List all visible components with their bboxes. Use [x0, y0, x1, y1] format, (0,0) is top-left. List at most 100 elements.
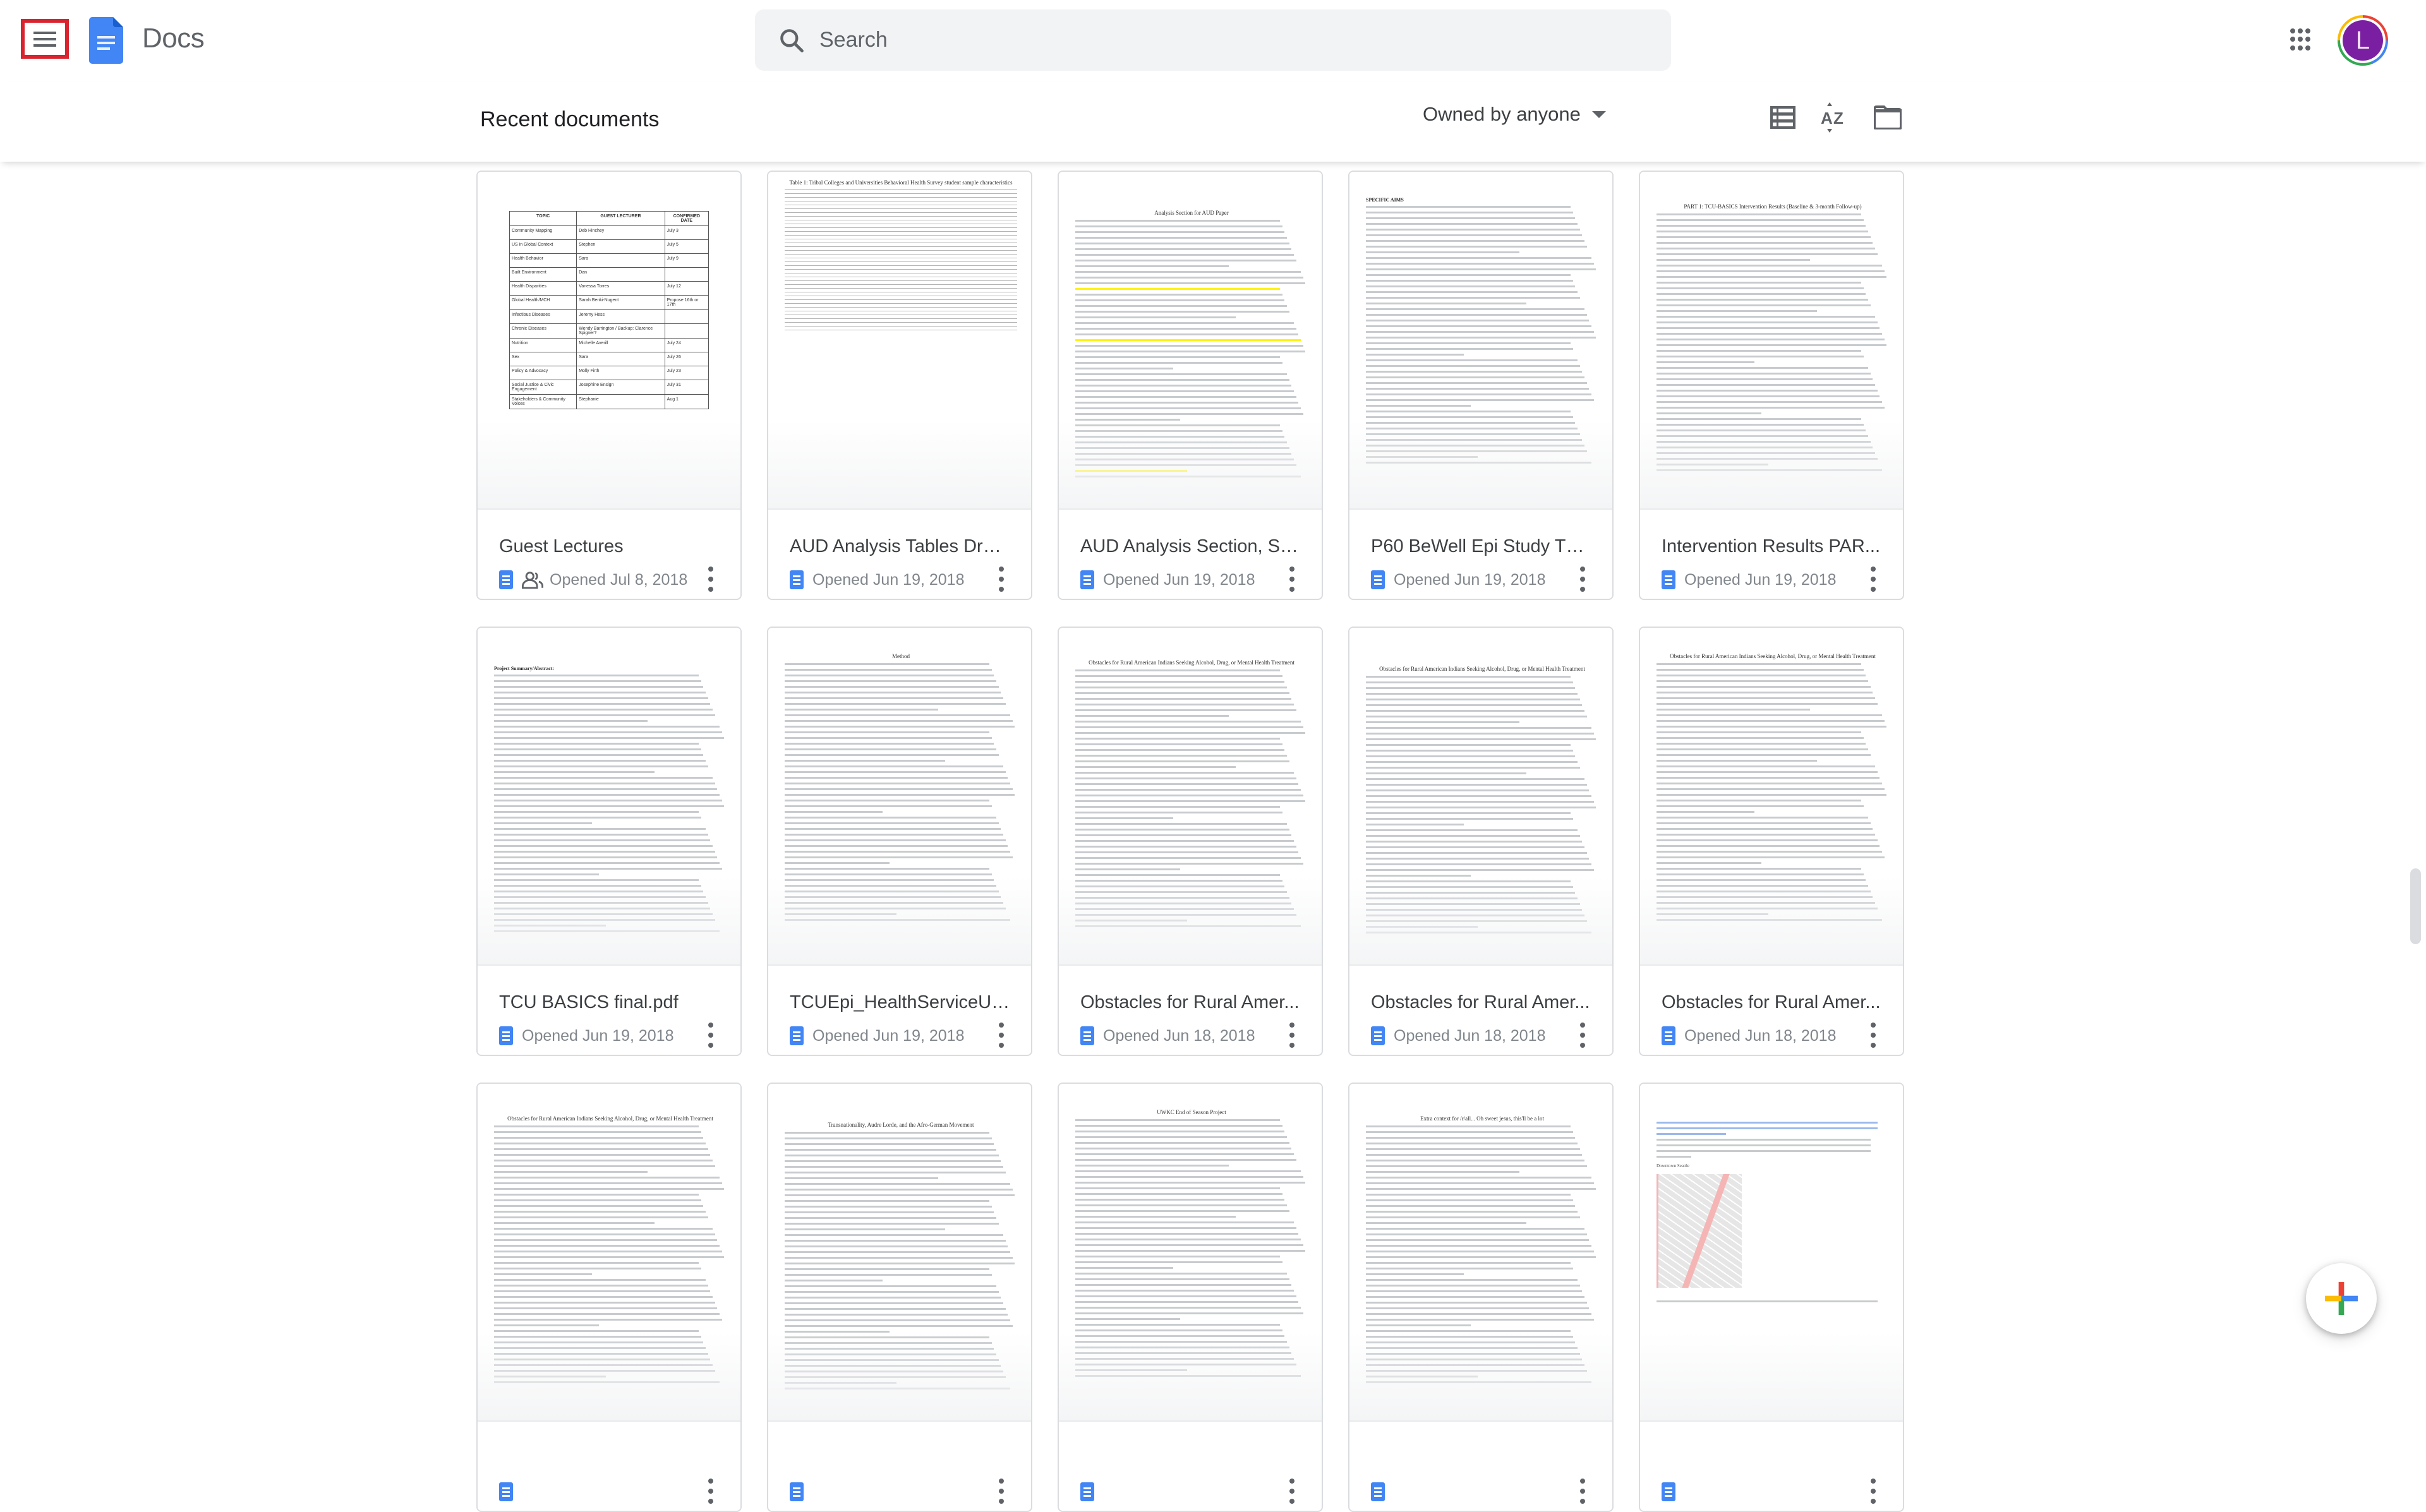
google-apps-button[interactable]	[2290, 28, 2313, 51]
search-bar[interactable]	[755, 9, 1671, 71]
more-options-icon[interactable]	[1869, 1023, 1878, 1048]
thumbnail-heading: Analysis Section for AUD Paper	[1154, 210, 1229, 216]
document-card[interactable]: UWKC End of Season Project	[1058, 1083, 1323, 1512]
document-title[interactable]: Obstacles for Rural Amer...	[1662, 992, 1883, 1013]
document-card-footer	[1640, 1422, 1903, 1511]
thumbnail-table-cell: July 31	[664, 380, 709, 395]
list-view-button[interactable]	[1765, 100, 1801, 135]
more-options-icon[interactable]	[997, 1023, 1006, 1048]
document-meta: Opened Jun 18, 2018	[1080, 1026, 1255, 1045]
last-opened-date: Opened Jun 19, 2018	[1394, 570, 1546, 589]
document-thumbnail: PART 1: TCU-BASICS Intervention Results …	[1640, 172, 1903, 510]
document-card[interactable]: Obstacles for Rural American Indians See…	[476, 1083, 742, 1512]
document-card[interactable]: Analysis Section for AUD Paper AUD Analys…	[1058, 171, 1323, 600]
document-card[interactable]: Downtown Seattle	[1639, 1083, 1904, 1512]
more-options-icon[interactable]	[1578, 1479, 1587, 1504]
document-meta: Opened Jun 19, 2018	[499, 1026, 673, 1045]
thumbnail-table-cell: Propose 16th or 17th	[664, 295, 709, 310]
document-thumbnail: UWKC End of Season Project	[1059, 1084, 1322, 1422]
document-title[interactable]: Intervention Results PAR...	[1662, 536, 1883, 557]
thumbnail-heading: Downtown Seattle	[1657, 1163, 1689, 1168]
thumbnail-table-cell: Michelle Averill	[576, 338, 665, 352]
document-card[interactable]: Obstacles for Rural American Indians See…	[1348, 627, 1614, 1056]
document-card-footer: Obstacles for Rural Amer... Opened Jun 18…	[1640, 966, 1903, 1055]
document-title[interactable]: Obstacles for Rural Amer...	[1080, 992, 1301, 1013]
thumbnail-table: TOPIC GUEST LECTURER CONFIRMED DATE Communi…	[509, 211, 709, 409]
document-meta	[1371, 1482, 1394, 1501]
thumbnail-heading: Extra context for /r/all... Oh sweet jes…	[1420, 1115, 1545, 1122]
document-meta	[499, 1482, 522, 1501]
document-card[interactable]: PART 1: TCU-BASICS Intervention Results …	[1639, 171, 1904, 600]
thumbnail-heading: Obstacles for Rural American Indians See…	[507, 1115, 713, 1122]
last-opened-date: Opened Jul 8, 2018	[550, 570, 688, 589]
sort-az-icon: A Z	[1821, 102, 1844, 133]
vertical-scrollbar-thumb[interactable]	[2410, 868, 2421, 944]
document-thumbnail: Extra context for /r/all... Oh sweet jes…	[1349, 1084, 1612, 1422]
document-card[interactable]: Table 1: Tribal Colleges and Universitie…	[767, 171, 1032, 600]
thumbnail-table-cell: Social Justice & Civic Engagement	[509, 380, 577, 395]
docs-logo-icon[interactable]	[89, 17, 123, 64]
search-icon[interactable]	[778, 27, 806, 54]
thumbnail-table-cell: US in Global Context	[509, 239, 577, 254]
document-title[interactable]: TCU BASICS final.pdf	[499, 992, 720, 1013]
document-thumbnail: SPECIFIC AIMS	[1349, 172, 1612, 510]
thumbnail-table-cell: Sarah Benki-Nugent	[576, 295, 665, 310]
document-card-footer: P60 BeWell Epi Study TC... Opened Jun 19,…	[1349, 510, 1612, 599]
document-title[interactable]: Guest Lectures	[499, 536, 720, 557]
more-options-icon[interactable]	[1288, 1023, 1296, 1048]
document-card-footer: Obstacles for Rural Amer... Opened Jun 18…	[1059, 966, 1322, 1055]
more-options-icon[interactable]	[706, 1023, 715, 1048]
google-docs-file-icon	[1080, 1026, 1094, 1045]
new-document-button[interactable]	[2306, 1263, 2377, 1334]
last-opened-date: Opened Jun 19, 2018	[1684, 570, 1837, 589]
more-options-icon[interactable]	[706, 1479, 715, 1504]
list-view-icon	[1770, 106, 1795, 129]
document-card[interactable]: Obstacles for Rural American Indians See…	[1058, 627, 1323, 1056]
owner-filter-dropdown[interactable]: Owned by anyone	[1423, 103, 1606, 126]
document-card[interactable]: SPECIFIC AIMS P60 BeWell Epi Study TC... O…	[1348, 171, 1614, 600]
last-opened-date: Opened Jun 18, 2018	[1103, 1026, 1255, 1045]
document-card[interactable]: TOPIC GUEST LECTURER CONFIRMED DATE Communi…	[476, 171, 742, 600]
document-card[interactable]: Extra context for /r/all... Oh sweet jes…	[1348, 1083, 1614, 1512]
google-docs-file-icon	[1371, 1026, 1385, 1045]
more-options-icon[interactable]	[1869, 1479, 1878, 1504]
more-options-icon[interactable]	[1578, 567, 1587, 592]
google-docs-file-icon	[1662, 570, 1675, 589]
more-options-icon[interactable]	[706, 567, 715, 592]
more-options-icon[interactable]	[1869, 567, 1878, 592]
more-options-icon[interactable]	[1288, 1479, 1296, 1504]
document-title[interactable]: Obstacles for Rural Amer...	[1371, 992, 1592, 1013]
thumbnail-table-cell: July 12	[664, 281, 709, 296]
search-input[interactable]	[819, 28, 1641, 52]
document-card[interactable]: Transnationality, Audre Lorde, and the A…	[767, 1083, 1032, 1512]
more-options-icon[interactable]	[1578, 1023, 1587, 1048]
shared-people-icon	[522, 572, 543, 589]
more-options-icon[interactable]	[997, 1479, 1006, 1504]
document-title[interactable]: P60 BeWell Epi Study TC...	[1371, 536, 1592, 557]
document-card[interactable]: Project Summary/Abstract: TCU BASICS fina…	[476, 627, 742, 1056]
thumbnail-table-cell: Sara	[576, 253, 665, 268]
google-docs-file-icon	[499, 1026, 513, 1045]
more-options-icon[interactable]	[1288, 567, 1296, 592]
main-menu-button[interactable]	[21, 19, 69, 59]
document-card-footer	[1349, 1422, 1612, 1511]
google-docs-file-icon	[1662, 1026, 1675, 1045]
document-title[interactable]: TCUEpi_HealthServiceUti...	[790, 992, 1011, 1013]
thumbnail-table-cell: Jeremy Hess	[576, 309, 665, 324]
open-file-picker-button[interactable]	[1870, 100, 1905, 135]
app-title[interactable]: Docs	[142, 23, 205, 54]
document-card[interactable]: Obstacles for Rural American Indians See…	[1639, 627, 1904, 1056]
thumbnail-table-cell	[664, 323, 709, 339]
document-thumbnail: Obstacles for Rural American Indians See…	[1349, 628, 1612, 966]
document-card-footer: TCUEpi_HealthServiceUti... Opened Jun 19,…	[768, 966, 1031, 1055]
thumbnail-heading: Method	[892, 653, 910, 659]
thumbnail-page: Downtown Seattle	[1657, 1122, 1889, 1306]
account-button[interactable]: L	[2338, 15, 2388, 66]
sort-button[interactable]: A Z	[1817, 100, 1852, 135]
more-options-icon[interactable]	[997, 567, 1006, 592]
document-meta	[1080, 1482, 1103, 1501]
document-title[interactable]: AUD Analysis Tables Draf...	[790, 536, 1011, 557]
document-title[interactable]: AUD Analysis Section, SR...	[1080, 536, 1301, 557]
thumbnail-heading: Table 1: Tribal Colleges and Universitie…	[789, 179, 1013, 186]
document-card[interactable]: Method TCUEpi_HealthServiceUti... Opened J…	[767, 627, 1032, 1056]
